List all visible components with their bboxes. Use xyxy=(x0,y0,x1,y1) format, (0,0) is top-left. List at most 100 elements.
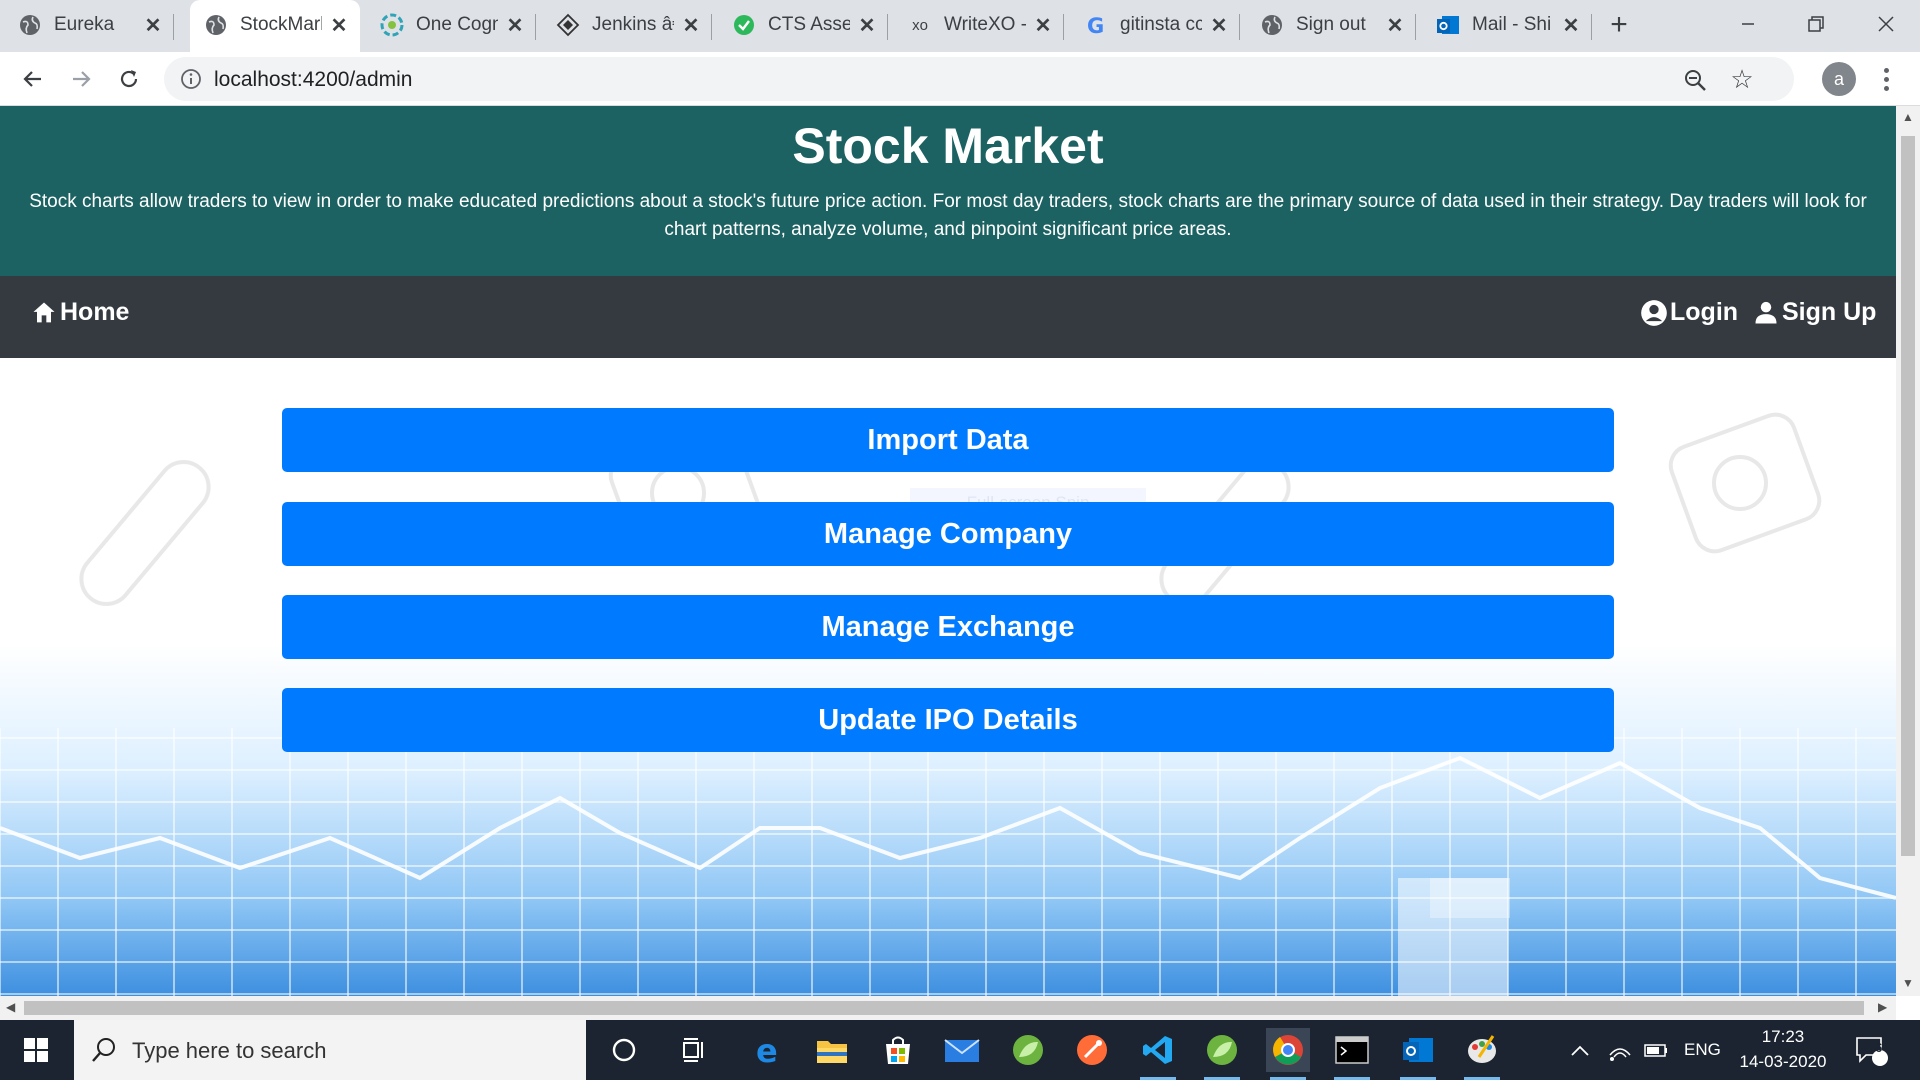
reload-button[interactable] xyxy=(112,62,146,96)
language-indicator[interactable]: ENG xyxy=(1684,1020,1721,1080)
close-tab-icon[interactable]: ✕ xyxy=(504,14,526,37)
browser-tab-title: gitinsta cc xyxy=(1120,14,1202,35)
admin-content: Full-screen Snip Import DataManage Compa… xyxy=(0,358,1896,996)
minimize-icon xyxy=(1742,23,1754,25)
browser-tab[interactable]: Jenkins â€ ✕ xyxy=(542,0,712,52)
taskbar-store[interactable] xyxy=(876,1028,920,1072)
close-window-button[interactable] xyxy=(1856,6,1916,42)
outlook-icon xyxy=(1403,1038,1433,1062)
browser-menu-button[interactable] xyxy=(1876,62,1896,96)
nav-home-link[interactable]: Home xyxy=(30,298,129,327)
restore-button[interactable] xyxy=(1786,6,1846,42)
taskbar-clock[interactable]: 17:23 14-03-2020 xyxy=(1730,1024,1836,1074)
browser-tab[interactable]: xo WriteXO - ✕ xyxy=(894,0,1064,52)
browser-tab[interactable]: CTS Asses ✕ xyxy=(718,0,888,52)
scroll-left-arrow[interactable]: ◀ xyxy=(6,1000,15,1014)
svg-text:e: e xyxy=(756,1034,778,1066)
close-tab-icon[interactable]: ✕ xyxy=(1560,14,1582,37)
notification-icon xyxy=(1856,1037,1888,1066)
url-text[interactable]: localhost:4200/admin xyxy=(214,68,412,92)
task-view-button[interactable] xyxy=(672,1028,716,1072)
scroll-up-arrow[interactable]: ▲ xyxy=(1902,110,1914,124)
wifi-status[interactable] xyxy=(1608,1020,1632,1080)
browser-tab[interactable]: Sign out ✕ xyxy=(1246,0,1416,52)
taskbar-paint[interactable] xyxy=(1460,1028,1504,1080)
taskbar-spring-tool-2[interactable] xyxy=(1200,1028,1244,1080)
browser-tab[interactable]: Ggitinsta cc ✕ xyxy=(1070,0,1240,52)
check-circle-icon xyxy=(732,13,756,37)
close-tab-icon[interactable]: ✕ xyxy=(1384,14,1406,37)
forward-button[interactable] xyxy=(64,62,98,96)
horizontal-scroll-thumb[interactable] xyxy=(24,1001,1864,1015)
close-icon xyxy=(1878,16,1894,32)
close-tab-icon[interactable]: ✕ xyxy=(142,14,164,37)
browser-tab-title: Jenkins â€ xyxy=(592,14,674,35)
browser-tab[interactable]: One Cogn ✕ xyxy=(366,0,536,52)
page-title: Stock Market xyxy=(792,118,1104,174)
store-icon xyxy=(886,1036,910,1064)
nav-signup-link[interactable]: Sign Up xyxy=(1752,298,1876,327)
browser-tab-title: WriteXO - xyxy=(944,14,1026,35)
manage-exchange-button[interactable]: Manage Exchange xyxy=(282,595,1614,659)
close-tab-icon[interactable]: ✕ xyxy=(1208,14,1230,37)
scroll-down-arrow[interactable]: ▼ xyxy=(1902,976,1914,990)
import-data-button[interactable]: Import Data xyxy=(282,408,1614,472)
task-view-icon xyxy=(683,1038,703,1062)
windows-taskbar: Type here to search e ENG 17:23 14-03-20… xyxy=(0,1020,1920,1080)
search-icon xyxy=(92,1038,115,1062)
battery-status[interactable] xyxy=(1642,1020,1668,1080)
tab-separator xyxy=(173,14,174,40)
google-icon: G xyxy=(1084,13,1108,37)
taskbar-file-explorer[interactable] xyxy=(810,1028,854,1072)
browser-tab-title: StockMarl xyxy=(240,14,322,35)
taskbar-chrome[interactable] xyxy=(1266,1028,1310,1080)
edge-icon: e xyxy=(756,1034,778,1066)
browser-tab[interactable]: Mail - Shi ✕ xyxy=(1422,0,1592,52)
spring-leaf-icon xyxy=(1013,1035,1043,1065)
action-center-button[interactable]: 6 xyxy=(1854,1020,1888,1080)
zoom-icon[interactable] xyxy=(1682,67,1708,93)
close-tab-icon[interactable]: ✕ xyxy=(1032,14,1054,37)
close-tab-icon[interactable]: ✕ xyxy=(856,14,878,37)
notification-count: 6 xyxy=(1875,1040,1883,1055)
back-button[interactable] xyxy=(16,62,50,96)
new-tab-button[interactable]: + xyxy=(1604,8,1634,41)
scroll-right-arrow[interactable]: ▶ xyxy=(1878,1000,1887,1014)
taskbar-mail[interactable] xyxy=(940,1028,984,1072)
tab-separator xyxy=(1415,14,1416,40)
start-button[interactable] xyxy=(0,1020,72,1080)
vertical-scroll-thumb[interactable] xyxy=(1901,136,1915,856)
close-tab-icon[interactable]: ✕ xyxy=(328,14,350,37)
show-hidden-icons-button[interactable] xyxy=(1570,1020,1590,1080)
address-bar[interactable]: localhost:4200/admin ☆ xyxy=(164,57,1794,101)
taskbar-search-box[interactable]: Type here to search xyxy=(74,1020,586,1080)
taskbar-postman[interactable] xyxy=(1070,1028,1114,1072)
page-description: Stock charts allow traders to view in or… xyxy=(29,191,1867,240)
battery-icon xyxy=(1644,1044,1667,1057)
globe-icon xyxy=(18,13,42,37)
minimize-button[interactable] xyxy=(1718,6,1778,42)
manage-company-button[interactable]: Manage Company xyxy=(282,502,1614,566)
info-icon[interactable] xyxy=(180,68,202,90)
taskbar-edge[interactable]: e xyxy=(746,1028,790,1072)
close-tab-icon[interactable]: ✕ xyxy=(680,14,702,37)
browser-tab[interactable]: Eureka ✕ xyxy=(4,0,174,52)
taskbar-outlook[interactable] xyxy=(1396,1028,1440,1080)
browser-tab[interactable]: StockMarl ✕ xyxy=(190,0,360,52)
profile-avatar[interactable]: a xyxy=(1822,62,1856,96)
taskbar-terminal[interactable] xyxy=(1330,1028,1374,1080)
taskbar-vscode[interactable] xyxy=(1136,1028,1180,1080)
nav-signup-label: Sign Up xyxy=(1782,298,1877,326)
browser-tab-title: Sign out xyxy=(1296,14,1366,35)
cortana-button[interactable] xyxy=(602,1028,646,1072)
home-icon xyxy=(33,302,55,322)
nav-login-link[interactable]: Login xyxy=(1640,298,1738,327)
update-ipo-details-button[interactable]: Update IPO Details xyxy=(282,688,1614,752)
horizontal-scrollbar[interactable]: ◀ ▶ xyxy=(0,996,1896,1020)
taskbar-spring-tool[interactable] xyxy=(1006,1028,1050,1072)
bookmark-star-icon[interactable]: ☆ xyxy=(1728,65,1756,93)
arrow-left-icon xyxy=(23,71,41,87)
browser-tab-title: Mail - Shi xyxy=(1472,14,1552,35)
vertical-scrollbar[interactable]: ▲ ▼ xyxy=(1896,106,1920,996)
globe-icon xyxy=(1260,13,1284,37)
